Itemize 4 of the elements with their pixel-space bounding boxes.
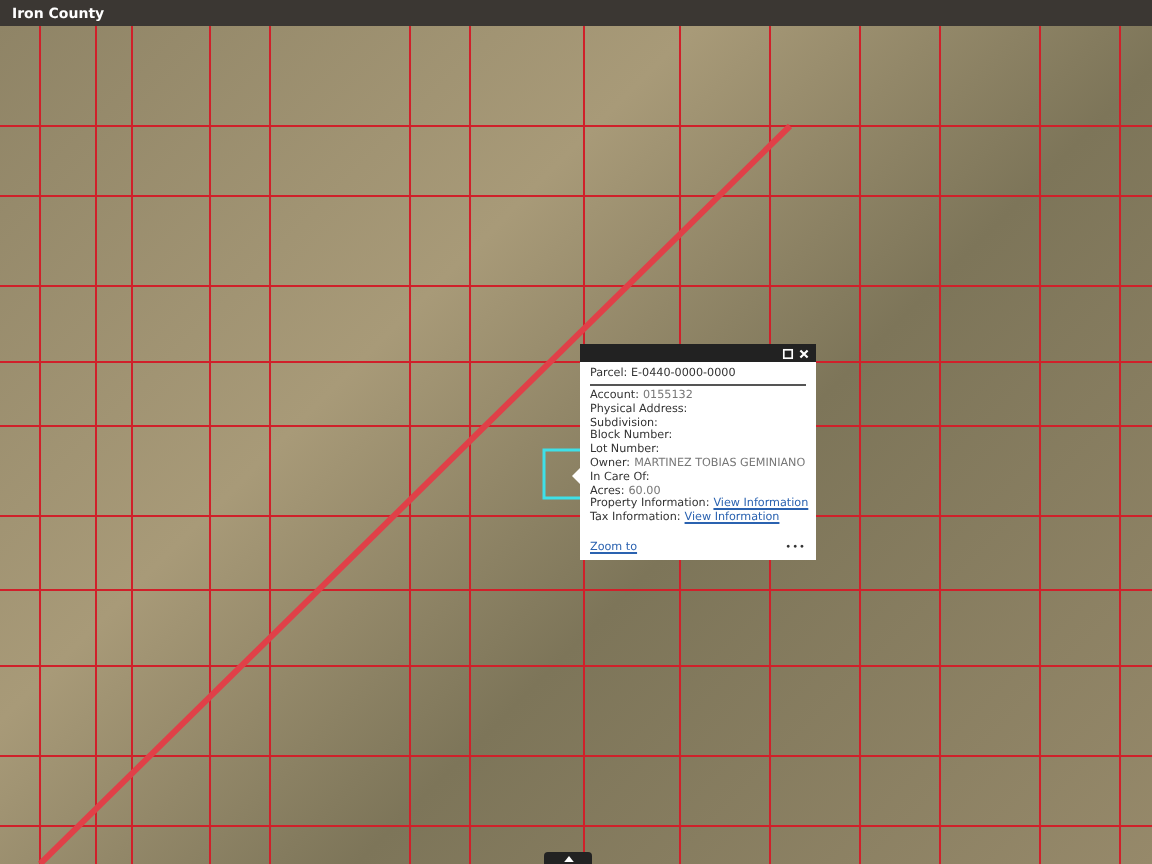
bottom-panel-tab[interactable] bbox=[544, 852, 592, 864]
maximize-icon[interactable] bbox=[782, 347, 794, 359]
close-icon[interactable] bbox=[798, 347, 810, 359]
caret-icon bbox=[563, 855, 573, 861]
